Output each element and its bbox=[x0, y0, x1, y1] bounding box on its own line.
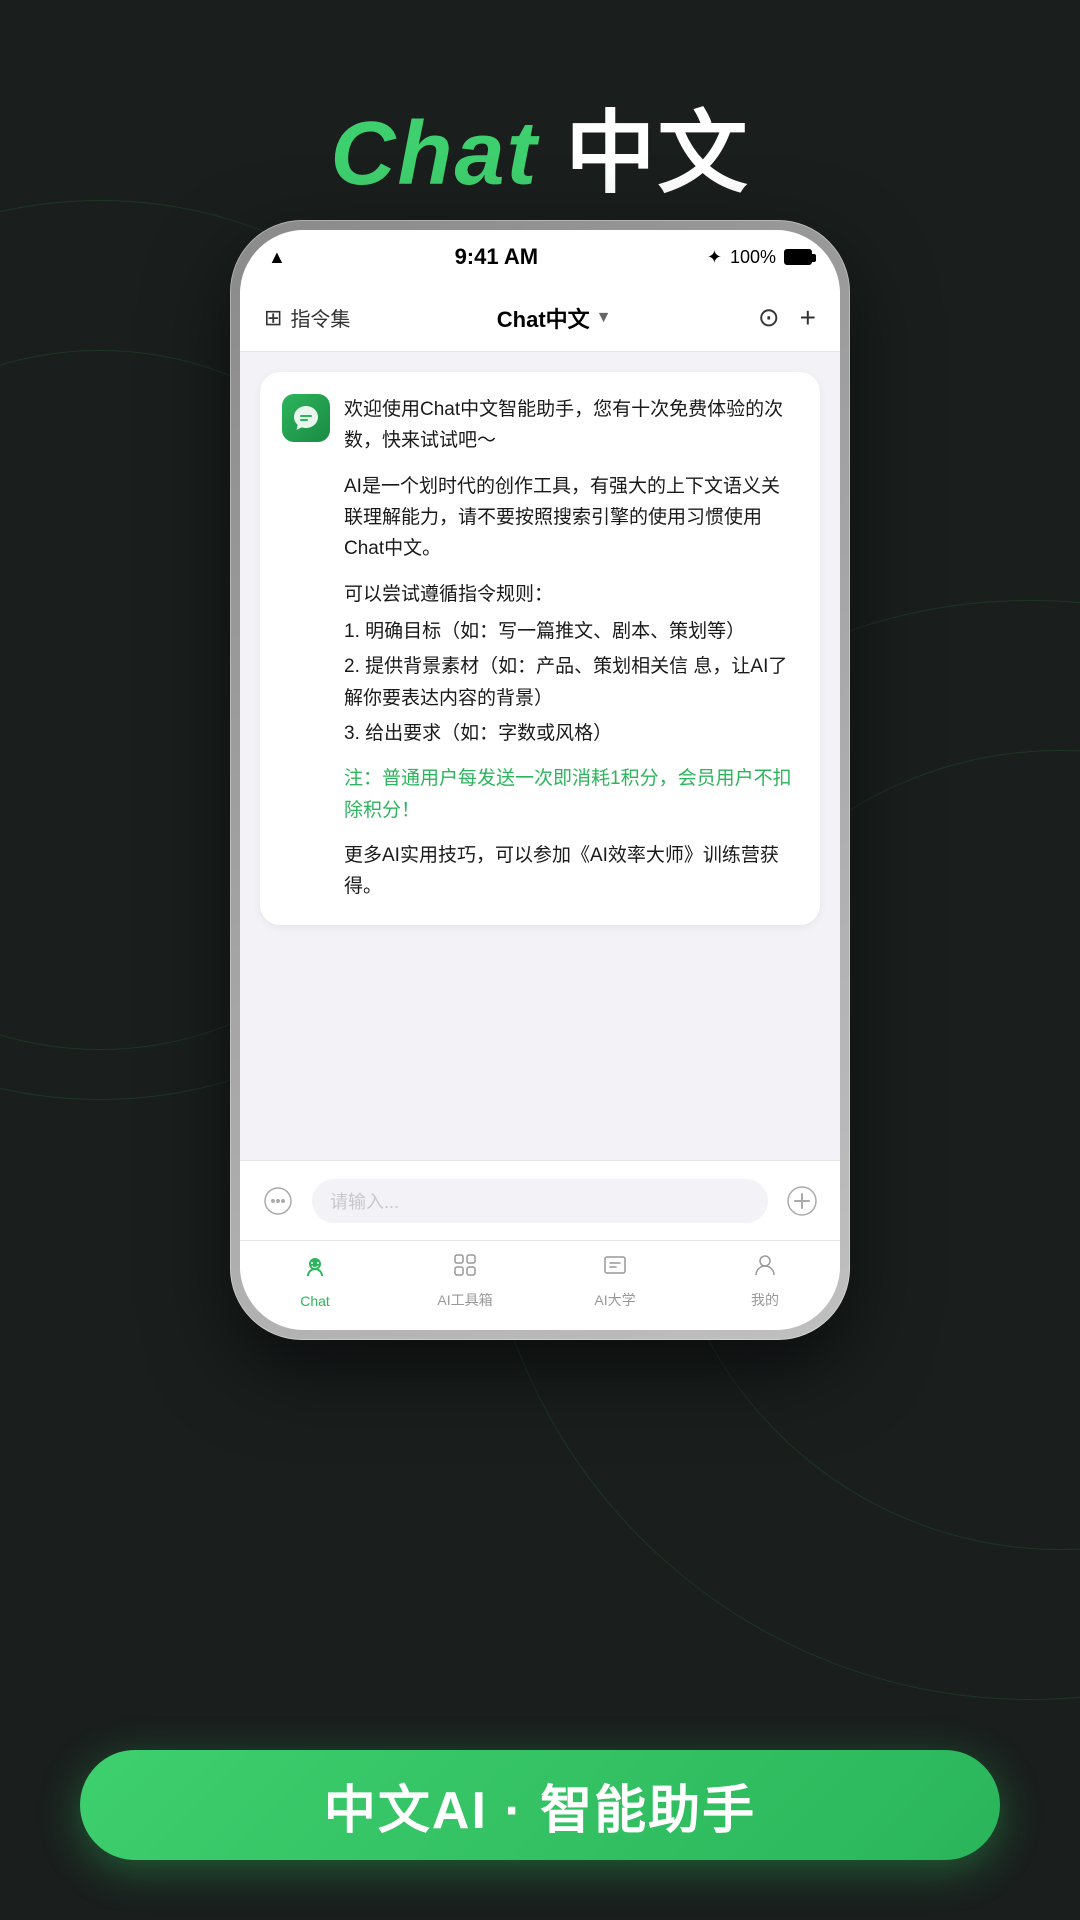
ai-message-bubble: 欢迎使用Chat中文智能助手，您有十次免费体验的次数，快来试试吧～ AI是一个划… bbox=[260, 372, 820, 925]
tab-profile-icon bbox=[751, 1251, 779, 1286]
tab-tools-icon bbox=[451, 1251, 479, 1286]
msg-intro: 欢迎使用Chat中文智能助手，您有十次免费体验的次数，快来试试吧～ bbox=[344, 394, 798, 457]
tab-university-label: AI大学 bbox=[594, 1290, 635, 1310]
add-conversation-icon[interactable]: + bbox=[800, 302, 816, 334]
tab-tools-label: AI工具箱 bbox=[437, 1290, 492, 1310]
status-time: 9:41 AM bbox=[455, 244, 539, 270]
ai-avatar bbox=[282, 394, 330, 442]
battery-text: 100% bbox=[730, 247, 776, 268]
history-icon[interactable]: ⊙ bbox=[758, 302, 780, 333]
tab-university-icon bbox=[601, 1251, 629, 1286]
nav-left[interactable]: ⊞ 指令集 bbox=[264, 303, 350, 332]
wifi-icon: ▲ bbox=[268, 247, 286, 268]
status-icons: ✦ 100% bbox=[707, 247, 812, 268]
msg-body5: 3. 给出要求（如：字数或风格） bbox=[344, 718, 798, 749]
nav-center-title[interactable]: Chat中文 ▼ bbox=[497, 302, 612, 334]
commands-icon: ⊞ bbox=[264, 305, 282, 331]
commands-label: 指令集 bbox=[290, 303, 350, 332]
input-area: 请输入... bbox=[240, 1160, 840, 1240]
title-chinese: 中文 bbox=[566, 104, 750, 204]
tab-bar: Chat AI工具箱 bbox=[240, 1240, 840, 1330]
bluetooth-icon: ✦ bbox=[707, 247, 722, 268]
msg-body1: AI是一个划时代的创作工具，有强大的上下文语义关联理解能力，请不要按照搜索引擎的… bbox=[344, 471, 798, 565]
tab-profile[interactable]: 我的 bbox=[690, 1251, 840, 1310]
phone-mockup: ▲ 9:41 AM ✦ 100% ⊞ 指令集 Chat中文 bbox=[230, 220, 850, 1340]
msg-footer: 更多AI实用技巧，可以参加《AI效率大师》训练营获得。 bbox=[344, 840, 798, 903]
message-input[interactable]: 请输入... bbox=[312, 1179, 768, 1223]
attach-button[interactable] bbox=[780, 1179, 824, 1223]
nav-right: ⊙ + bbox=[758, 302, 816, 334]
tab-university[interactable]: AI大学 bbox=[540, 1251, 690, 1310]
page-title: Chat 中文 bbox=[0, 80, 1080, 210]
battery-icon bbox=[784, 249, 812, 265]
msg-body3: 1. 明确目标（如：写一篇推文、剧本、策划等） bbox=[344, 616, 798, 647]
tab-profile-label: 我的 bbox=[751, 1290, 779, 1310]
tab-tools[interactable]: AI工具箱 bbox=[390, 1251, 540, 1310]
msg-body2: 可以尝试遵循指令规则： bbox=[344, 579, 798, 610]
cta-button[interactable]: 中文AI · 智能助手 bbox=[80, 1750, 1000, 1860]
title-chat: Chat bbox=[330, 104, 538, 204]
mic-button[interactable] bbox=[256, 1179, 300, 1223]
tab-chat[interactable]: Chat bbox=[240, 1252, 390, 1309]
dropdown-icon: ▼ bbox=[596, 309, 612, 327]
nav-title-text: Chat中文 bbox=[497, 302, 590, 334]
tab-chat-icon bbox=[300, 1252, 330, 1289]
tab-chat-label: Chat bbox=[300, 1293, 330, 1309]
chat-area: 欢迎使用Chat中文智能助手，您有十次免费体验的次数，快来试试吧～ AI是一个划… bbox=[240, 352, 840, 1160]
msg-body4: 2. 提供背景素材（如：产品、策划相关信 息，让AI了解你要表达内容的背景） bbox=[344, 651, 798, 714]
nav-bar: ⊞ 指令集 Chat中文 ▼ ⊙ + bbox=[240, 284, 840, 352]
status-bar: ▲ 9:41 AM ✦ 100% bbox=[240, 230, 840, 284]
input-placeholder: 请输入... bbox=[330, 1188, 399, 1214]
ai-message-content: 欢迎使用Chat中文智能助手，您有十次免费体验的次数，快来试试吧～ AI是一个划… bbox=[344, 394, 798, 903]
msg-notice: 注：普通用户每发送一次即消耗1积分，会员用户不扣除积分！ bbox=[344, 763, 798, 826]
cta-text: 中文AI · 智能助手 bbox=[324, 1768, 756, 1843]
